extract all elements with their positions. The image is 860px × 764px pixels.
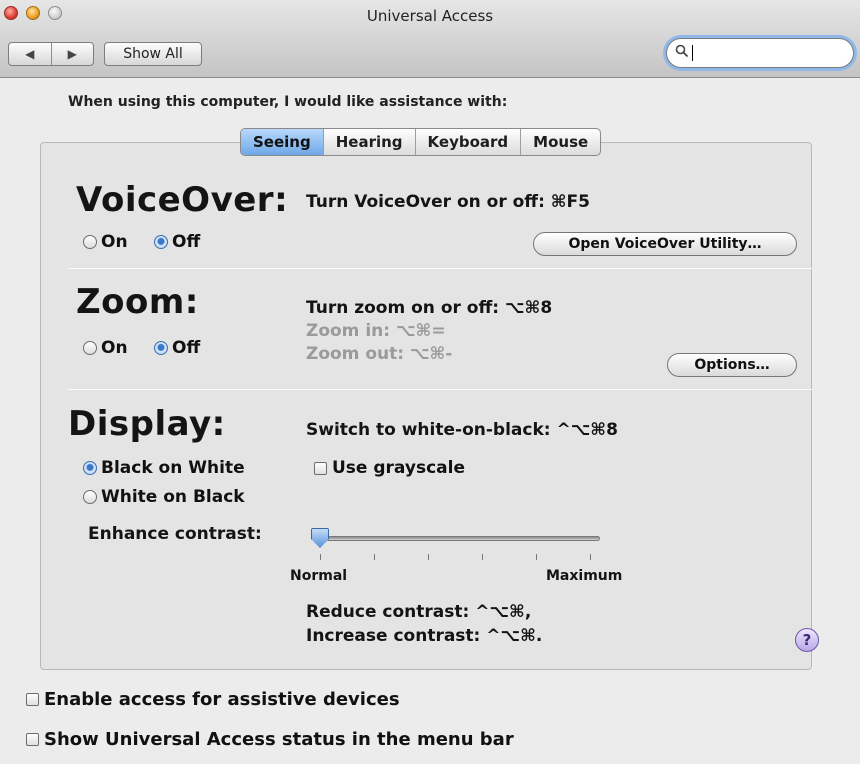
slider-tick <box>428 554 429 560</box>
reduce-contrast-shortcut: Reduce contrast: ^⌥⌘, <box>306 602 532 622</box>
back-forward-control: ◀ ▶ <box>8 42 94 66</box>
window-title: Universal Access <box>366 7 494 25</box>
slider-min-label: Normal <box>290 568 348 584</box>
radio-selected-icon <box>83 461 97 475</box>
black-on-white-label: Black on White <box>101 458 245 478</box>
radio-icon <box>83 341 97 355</box>
slider-tick <box>590 554 591 560</box>
display-shortcut: Switch to white-on-black: ^⌥⌘8 <box>306 420 618 440</box>
radio-icon <box>83 235 97 249</box>
enable-assistive-devices-label: Enable access for assistive devices <box>44 689 400 710</box>
search-input[interactable] <box>697 44 837 62</box>
increase-contrast-shortcut: Increase contrast: ^⌥⌘. <box>306 626 543 646</box>
zoom-off-radio[interactable]: Off <box>154 338 200 358</box>
back-button[interactable]: ◀ <box>9 43 52 65</box>
zoom-out-shortcut: Zoom out: ⌥⌘- <box>306 344 453 364</box>
zoom-options-button[interactable]: Options… <box>667 353 797 377</box>
enhance-contrast-label: Enhance contrast: <box>88 524 262 544</box>
show-all-button[interactable]: Show All <box>104 42 202 66</box>
checkbox-icon <box>26 733 39 746</box>
black-on-white-radio[interactable]: Black on White <box>83 458 245 478</box>
contrast-slider-track[interactable] <box>318 536 600 541</box>
universal-access-window: Universal Access ◀ ▶ Show All When using… <box>0 0 860 764</box>
category-tabs: Seeing Hearing Keyboard Mouse <box>240 128 602 156</box>
checkbox-icon <box>314 461 327 475</box>
white-on-black-label: White on Black <box>101 487 245 507</box>
display-heading: Display: <box>68 404 226 444</box>
zoom-shortcut: Turn zoom on or off: ⌥⌘8 <box>306 298 553 318</box>
zoom-in-shortcut: Zoom in: ⌥⌘= <box>306 321 446 341</box>
white-on-black-radio[interactable]: White on Black <box>83 487 245 507</box>
voiceover-on-label: On <box>101 232 128 252</box>
back-arrow-icon: ◀ <box>25 47 35 61</box>
enable-assistive-devices-checkbox[interactable]: Enable access for assistive devices <box>26 689 400 710</box>
use-grayscale-label: Use grayscale <box>332 458 465 478</box>
tab-keyboard[interactable]: Keyboard <box>416 129 522 155</box>
show-status-in-menubar-label: Show Universal Access status in the menu… <box>44 729 514 750</box>
divider <box>68 268 812 269</box>
zoom-on-label: On <box>101 338 128 358</box>
voiceover-off-radio[interactable]: Off <box>154 232 200 252</box>
help-button[interactable]: ? <box>795 628 819 652</box>
tab-seeing[interactable]: Seeing <box>241 129 324 155</box>
search-icon <box>675 44 689 62</box>
show-status-in-menubar-checkbox[interactable]: Show Universal Access status in the menu… <box>26 729 514 750</box>
radio-icon <box>83 490 97 504</box>
help-icon: ? <box>802 631 812 649</box>
forward-arrow-icon: ▶ <box>67 47 77 61</box>
radio-selected-icon <box>154 341 168 355</box>
zoom-off-label: Off <box>172 338 201 358</box>
open-voiceover-utility-button[interactable]: Open VoiceOver Utility… <box>533 232 797 256</box>
slider-tick <box>320 554 321 560</box>
slider-tick <box>482 554 483 560</box>
search-field[interactable] <box>666 38 854 68</box>
tab-mouse[interactable]: Mouse <box>521 129 600 155</box>
use-grayscale-checkbox[interactable]: Use grayscale <box>314 458 465 478</box>
checkbox-icon <box>26 693 39 706</box>
divider <box>68 389 812 390</box>
voiceover-shortcut: Turn VoiceOver on or off: ⌘F5 <box>306 192 591 212</box>
forward-button[interactable]: ▶ <box>52 43 94 65</box>
slider-tick <box>374 554 375 560</box>
voiceover-heading: VoiceOver: <box>76 180 289 220</box>
voiceover-off-label: Off <box>172 232 201 252</box>
intro-text: When using this computer, I would like a… <box>68 94 508 110</box>
zoom-heading: Zoom: <box>76 282 199 322</box>
zoom-on-radio[interactable]: On <box>83 338 128 358</box>
radio-selected-icon <box>154 235 168 249</box>
voiceover-on-radio[interactable]: On <box>83 232 128 252</box>
text-cursor <box>692 45 693 61</box>
slider-max-label: Maximum <box>546 568 623 584</box>
slider-tick <box>536 554 537 560</box>
title-bar: Universal Access ◀ ▶ Show All <box>0 0 860 78</box>
tab-hearing[interactable]: Hearing <box>324 129 416 155</box>
